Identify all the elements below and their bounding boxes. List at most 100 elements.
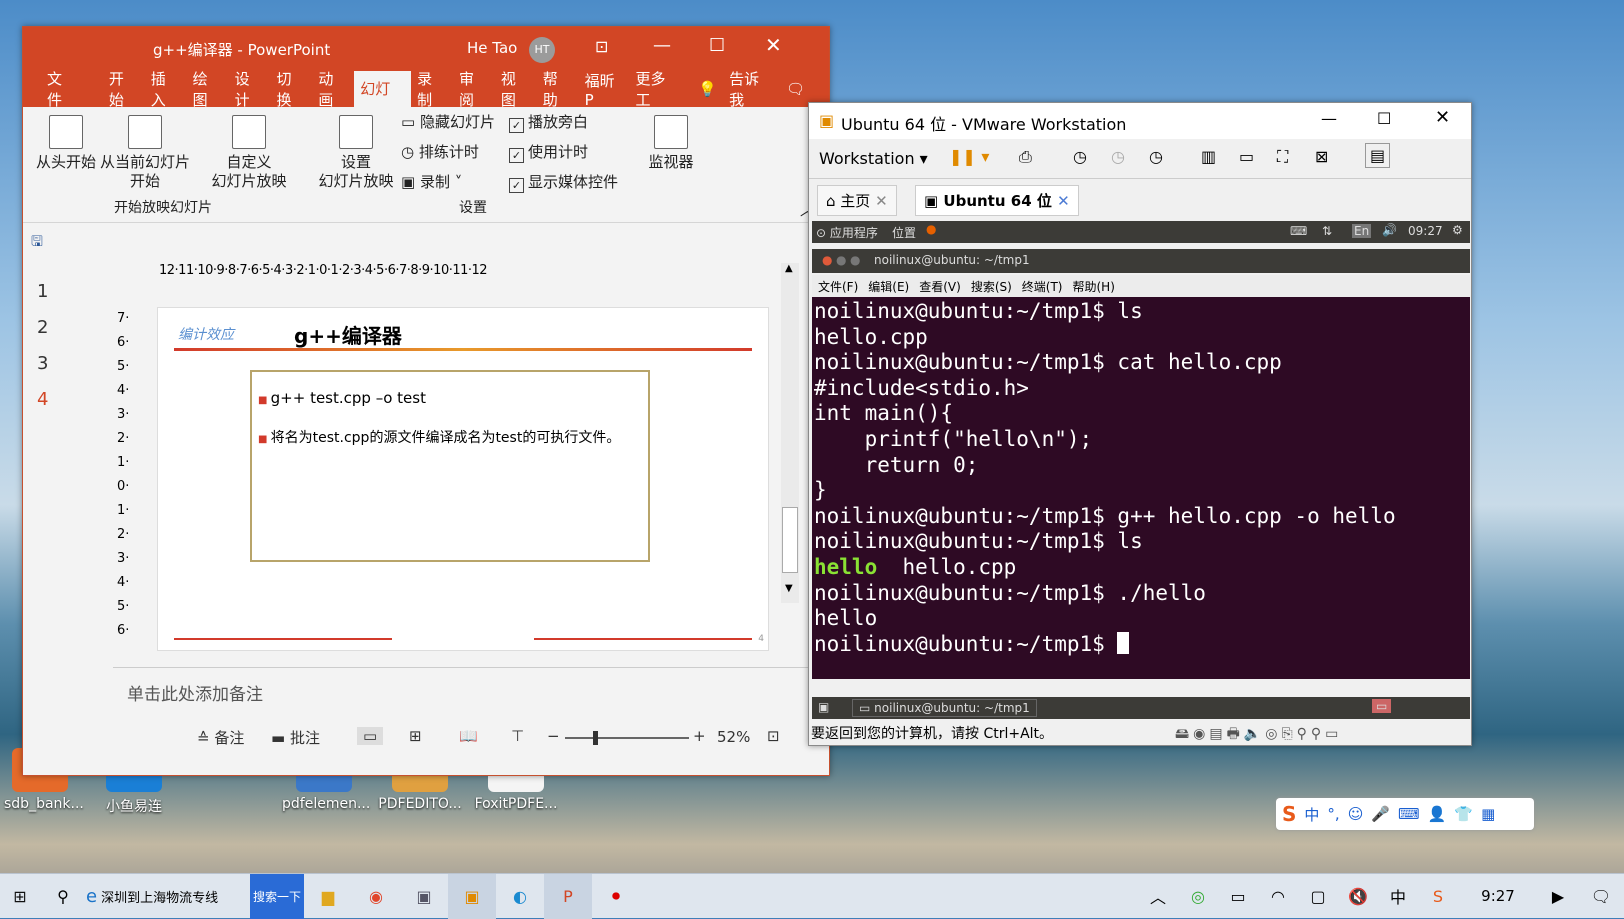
- device-icons[interactable]: 🖴◉▤🖶🔈◎⎘⚲⚲▭: [1175, 723, 1342, 747]
- show-desktop-icon[interactable]: ▣: [818, 700, 829, 714]
- tab-file[interactable]: 文件: [41, 68, 83, 110]
- zoom-thumb[interactable]: [593, 731, 598, 745]
- revert-snapshot-icon[interactable]: ◷: [1111, 147, 1125, 166]
- display-icon[interactable]: ▢: [1298, 874, 1338, 919]
- record-button[interactable]: ▣ 录制 ˅: [401, 173, 462, 192]
- firefox-icon[interactable]: ●: [926, 222, 936, 236]
- slide-thumb[interactable]: 1: [37, 281, 48, 302]
- chrome-icon[interactable]: ◉: [352, 874, 400, 919]
- volume-icon[interactable]: 🔊: [1382, 223, 1397, 237]
- tab-foxit[interactable]: 福昕P: [579, 70, 630, 109]
- emoji-icon[interactable]: ☺: [1348, 805, 1364, 823]
- stretch-icon[interactable]: ⛶: [1277, 147, 1288, 167]
- custom-show-button[interactable]: 自定义 幻灯片放映: [203, 115, 295, 191]
- fullscreen-icon[interactable]: ▭: [1239, 147, 1254, 166]
- term-menu-search[interactable]: 搜索(S): [971, 278, 1012, 294]
- send-ctrl-alt-del-icon[interactable]: ⎙: [1019, 147, 1032, 167]
- tab-transitions[interactable]: 切换: [270, 68, 312, 110]
- wifi-icon[interactable]: ◠: [1258, 874, 1298, 919]
- ime-mode[interactable]: 中: [1304, 804, 1319, 825]
- sorter-view-icon[interactable]: ⊞: [409, 727, 422, 745]
- slide-thumb-active[interactable]: 4: [37, 389, 48, 410]
- ribbon-display-icon[interactable]: ⊡: [595, 37, 608, 56]
- apps-menu[interactable]: ⊙ 应用程序: [816, 224, 878, 241]
- maximize-icon[interactable]: ☐: [709, 35, 725, 56]
- snapshot-icon[interactable]: ◷: [1073, 147, 1087, 166]
- show-hidden-icons[interactable]: ︿: [1138, 874, 1178, 919]
- workspace-icon[interactable]: ▭: [1372, 699, 1392, 713]
- search-icon[interactable]: ⚲: [40, 874, 86, 919]
- slide-canvas[interactable]: 编计效应 g++编译器 ■ g++ test.cpp –o test ■ 将名为…: [157, 307, 769, 651]
- media-controls-checkbox[interactable]: ✓ 显示媒体控件: [509, 173, 618, 193]
- tab-record[interactable]: 录制: [411, 68, 453, 110]
- file-explorer-icon[interactable]: ▆: [304, 874, 352, 919]
- hide-slide-button[interactable]: ▭ 隐藏幻灯片: [401, 113, 495, 132]
- ie-search-box[interactable]: e 深圳到上海物流专线: [86, 874, 250, 919]
- tab-more[interactable]: 更多工: [630, 68, 687, 110]
- monitor-button[interactable]: 监视器: [645, 115, 697, 172]
- tab-insert[interactable]: 插入: [145, 68, 187, 110]
- workstation-menu[interactable]: Workstation ▾: [819, 149, 928, 168]
- comments-button[interactable]: ▬ 批注: [271, 727, 320, 748]
- keyboard-icon[interactable]: ⌨: [1290, 224, 1307, 238]
- slide-content-box[interactable]: ■ g++ test.cpp –o test ■ 将名为test.cpp的源文件…: [250, 370, 650, 562]
- maximize-icon[interactable]: ☐: [1377, 109, 1391, 128]
- clock[interactable]: 09:27: [1408, 224, 1443, 238]
- vertical-scrollbar[interactable]: ▲ ▼: [781, 263, 799, 603]
- start-button[interactable]: ⊞: [0, 874, 40, 919]
- zoom-slider[interactable]: [565, 731, 689, 745]
- scroll-thumb[interactable]: [782, 507, 798, 573]
- close-tab-icon[interactable]: ✕: [1057, 192, 1070, 210]
- notes-pane[interactable]: 单击此处添加备注: [113, 667, 829, 721]
- slide-title[interactable]: g++编译器: [294, 320, 402, 349]
- tray-app-icon[interactable]: ◎: [1178, 874, 1218, 919]
- rehearse-button[interactable]: ◷ 排练计时: [401, 143, 479, 162]
- recorder-icon[interactable]: ⏺: [592, 874, 640, 919]
- tab-design[interactable]: 设计: [229, 68, 271, 110]
- minimize-dot-icon[interactable]: ●: [836, 253, 846, 267]
- search-go-button[interactable]: 搜索一下: [250, 873, 304, 919]
- maximize-dot-icon[interactable]: ●: [850, 253, 860, 267]
- slide-thumb[interactable]: 2: [37, 317, 48, 338]
- tab-draw[interactable]: 绘图: [187, 68, 229, 110]
- skin-icon[interactable]: 👕: [1454, 805, 1473, 823]
- pause-icon[interactable]: ❚❚ ▾: [949, 147, 989, 166]
- input-lang-indicator[interactable]: En: [1352, 224, 1372, 238]
- sogou-tray-icon[interactable]: S: [1418, 874, 1458, 919]
- library-icon[interactable]: ▥: [1201, 147, 1216, 166]
- volume-mute-icon[interactable]: 🔇: [1338, 874, 1378, 919]
- setup-show-button[interactable]: 设置 幻灯片放映: [317, 115, 395, 191]
- snapshot-manager-icon[interactable]: ◷: [1149, 147, 1163, 166]
- places-menu[interactable]: 位置: [892, 224, 916, 241]
- zoom-level[interactable]: 52%: [717, 728, 750, 746]
- slide-thumb[interactable]: 3: [37, 353, 48, 374]
- scroll-down-icon[interactable]: ▼: [785, 583, 793, 594]
- close-tab-icon[interactable]: ✕: [875, 192, 888, 210]
- term-menu-edit[interactable]: 编辑(E): [868, 278, 909, 294]
- tab-home[interactable]: 开始: [103, 68, 145, 110]
- notes-button[interactable]: ≙ 备注: [197, 727, 244, 748]
- unity-icon[interactable]: ⊠: [1315, 147, 1328, 166]
- tab-ubuntu[interactable]: ▣ Ubuntu 64 位 ✕: [915, 185, 1079, 216]
- settings-gear-icon[interactable]: ⚙: [1452, 223, 1463, 237]
- tab-slideshow[interactable]: 幻灯片: [354, 71, 412, 134]
- from-current-button[interactable]: 从当前幻灯片 开始: [99, 115, 191, 191]
- notifications-icon[interactable]: 🗨: [1578, 874, 1624, 919]
- narration-checkbox[interactable]: ✓ 播放旁白: [509, 113, 588, 133]
- taskbar-clock[interactable]: 9:27: [1458, 874, 1538, 919]
- zoom-in-icon[interactable]: +: [693, 727, 706, 745]
- scroll-up-icon[interactable]: ▲: [785, 263, 793, 274]
- battery-icon[interactable]: ▭: [1218, 874, 1258, 919]
- terminal-task-button[interactable]: ▭ noilinux@ubuntu: ~/tmp1: [852, 699, 1037, 717]
- tell-me-search[interactable]: 告诉我: [723, 68, 780, 110]
- from-start-button[interactable]: 从头开始: [31, 115, 101, 172]
- app-icon[interactable]: ▣: [400, 874, 448, 919]
- user-icon[interactable]: 👤: [1428, 805, 1447, 823]
- save-icon[interactable]: 🖫: [31, 234, 43, 250]
- punctuation-icon[interactable]: °,: [1327, 805, 1339, 823]
- term-menu-terminal[interactable]: 终端(T): [1022, 278, 1063, 294]
- minimize-icon[interactable]: —: [653, 35, 671, 56]
- minimize-icon[interactable]: —: [1321, 109, 1337, 128]
- term-menu-file[interactable]: 文件(F): [818, 278, 858, 294]
- lightbulb-icon[interactable]: 💡: [692, 80, 723, 98]
